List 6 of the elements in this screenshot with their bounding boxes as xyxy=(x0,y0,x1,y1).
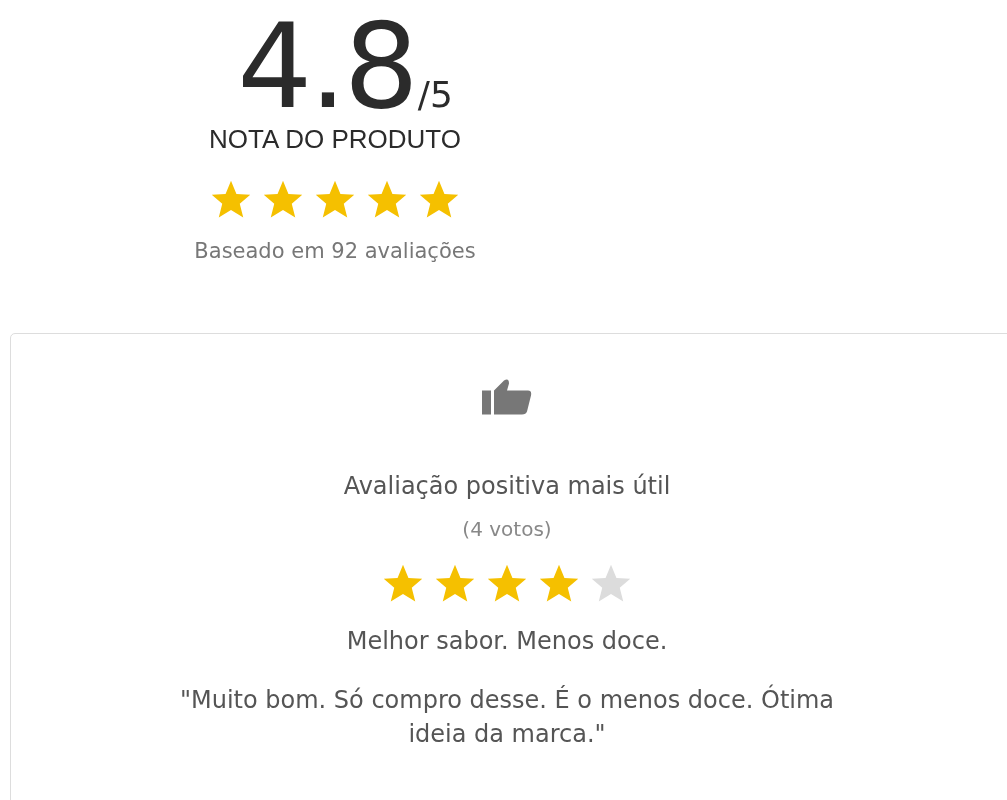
review-heading: Avaliação positiva mais útil xyxy=(343,472,671,500)
rating-scale: /5 xyxy=(417,74,453,115)
review-count: Baseado em 92 avaliações xyxy=(194,239,476,263)
vote-count: (4 votos) xyxy=(462,517,552,541)
review-title: Melhor sabor. Menos doce. xyxy=(346,627,668,655)
review-text: "Muito bom. Só compro desse. É o menos doce. Ótima ideia da marca." xyxy=(178,683,836,750)
